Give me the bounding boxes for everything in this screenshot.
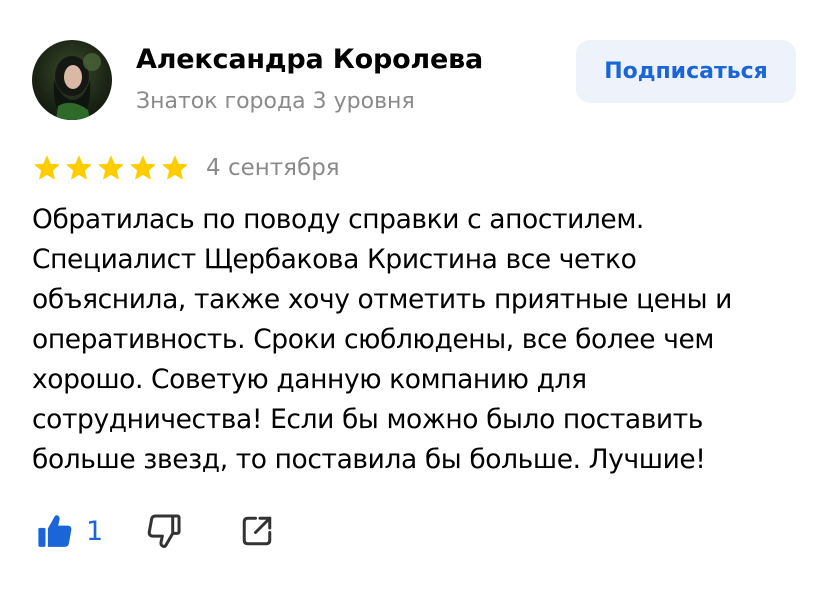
- review-text: Обратилась по поводу справки с апостилем…: [32, 204, 732, 475]
- rating-stars: [32, 153, 190, 183]
- like-button[interactable]: 1: [36, 512, 103, 550]
- rating-row: 4 сентября: [32, 153, 340, 183]
- avatar-photo: [53, 53, 101, 120]
- star-icon: [34, 155, 60, 180]
- star-icon: [130, 155, 156, 180]
- star-icon: [98, 155, 124, 180]
- thumbs-down-icon: [147, 514, 181, 548]
- star-icon: [66, 155, 92, 180]
- share-button[interactable]: [239, 513, 275, 549]
- star-icon: [162, 155, 188, 180]
- review-actions: 1: [36, 512, 275, 550]
- avatar[interactable]: [32, 40, 112, 120]
- like-count: 1: [86, 515, 104, 547]
- subscribe-button[interactable]: Подписаться: [576, 40, 796, 103]
- share-icon: [242, 516, 272, 546]
- dislike-button[interactable]: [145, 512, 183, 550]
- review-date: 4 сентября: [206, 155, 340, 181]
- author-name[interactable]: Александра Королева: [136, 44, 483, 75]
- author-level: Знаток города 3 уровня: [136, 89, 415, 114]
- thumbs-up-icon: [38, 515, 72, 547]
